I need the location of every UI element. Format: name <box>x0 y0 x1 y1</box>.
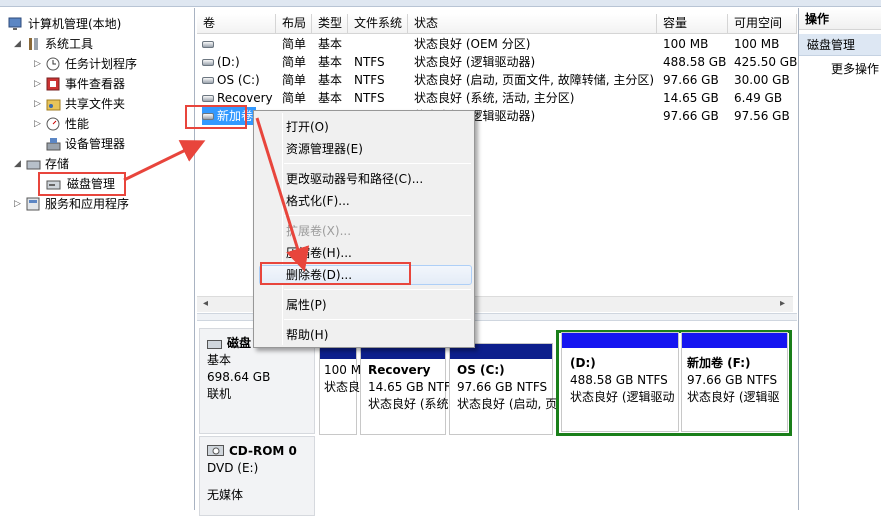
expand-icon[interactable]: ▷ <box>34 74 44 94</box>
partition-os-c[interactable]: OS (C:) 97.66 GB NTFS 状态良好 (启动, 页 <box>449 343 557 435</box>
menu-separator <box>284 319 471 320</box>
device-manager-icon <box>46 137 61 151</box>
clock-icon <box>46 57 61 71</box>
services-icon <box>26 197 41 211</box>
actions-header: 操作 <box>799 8 881 30</box>
shared-folder-icon <box>46 97 61 111</box>
collapse-icon[interactable]: ◢ <box>14 154 24 174</box>
column-header-capacity[interactable]: 容量 <box>657 14 728 34</box>
partition-d[interactable]: (D:) 488.58 GB NTFS 状态良好 (逻辑驱动 <box>561 332 679 432</box>
volume-icon <box>202 95 214 102</box>
window-toolbar <box>0 0 881 7</box>
partition-oem[interactable]: 100 MB 状态良好 <box>319 343 372 435</box>
column-header-volume[interactable]: 卷 <box>197 14 276 34</box>
menu-item-open[interactable]: 打开(O) <box>286 117 329 137</box>
partition-recovery[interactable]: Recovery 14.65 GB NTFS 状态良好 (系统 <box>360 343 458 435</box>
volume-row[interactable]: OS (C:) 简单 基本 NTFS 状态良好 (启动, 页面文件, 故障转储,… <box>197 71 797 89</box>
volume-icon <box>202 77 214 84</box>
performance-icon <box>46 117 61 131</box>
actions-pane: 操作 磁盘管理 更多操作 <box>798 8 881 510</box>
menu-separator <box>284 163 471 164</box>
menu-item-change-drive-letter[interactable]: 更改驱动器号和路径(C)... <box>286 169 423 189</box>
volume-row[interactable]: (D:) 简单 基本 NTFS 状态良好 (逻辑驱动器) 488.58 GB 4… <box>197 53 797 71</box>
menu-item-format[interactable]: 格式化(F)... <box>286 191 350 211</box>
actions-section-disk-management[interactable]: 磁盘管理 <box>799 34 881 56</box>
menu-item-extend-volume: 扩展卷(X)... <box>286 224 352 238</box>
menu-item-properties[interactable]: 属性(P) <box>286 295 327 315</box>
menu-item-shrink-volume[interactable]: 压缩卷(H)... <box>286 243 352 263</box>
expand-icon[interactable]: ▷ <box>14 194 24 214</box>
menu-separator <box>284 215 471 216</box>
scroll-left-icon[interactable]: ◂ <box>203 298 208 309</box>
navigation-tree: 计算机管理(本地) ◢ 系统工具 ▷ 任务计划程序 ▷ 事件查看器 ▷ 共享文件… <box>0 8 195 510</box>
volume-row[interactable]: Recovery 简单 基本 NTFS 状态良好 (系统, 活动, 主分区) 1… <box>197 89 797 107</box>
menu-separator <box>284 289 471 290</box>
storage-icon <box>26 157 41 171</box>
column-header-status[interactable]: 状态 <box>408 14 657 34</box>
menu-item-help[interactable]: 帮助(H) <box>286 325 328 345</box>
column-header-free-space[interactable]: 可用空间 <box>728 14 797 34</box>
cdrom-info[interactable]: CD-ROM 0 DVD (E:) 无媒体 <box>199 436 315 516</box>
event-viewer-icon <box>46 77 61 91</box>
disk-icon <box>207 338 223 355</box>
partition-f[interactable]: 新加卷 (F:) 97.66 GB NTFS 状态良好 (逻辑驱 <box>681 332 788 432</box>
annotation-box-delete <box>260 262 411 285</box>
annotation-box-volume <box>185 105 247 129</box>
column-header-type[interactable]: 类型 <box>312 14 348 34</box>
cdrom-icon <box>207 445 225 462</box>
volume-icon <box>202 59 214 66</box>
volume-row[interactable]: 简单 基本 状态良好 (OEM 分区) 100 MB 100 MB <box>197 35 797 53</box>
expand-icon[interactable]: ▷ <box>34 94 44 114</box>
computer-management-icon <box>8 17 23 31</box>
expand-icon[interactable]: ▷ <box>34 114 44 134</box>
menu-item-explore[interactable]: 资源管理器(E) <box>286 139 363 159</box>
tools-icon <box>26 37 41 51</box>
column-header-filesystem[interactable]: 文件系统 <box>348 14 408 34</box>
disk-management-icon <box>46 177 61 191</box>
expand-icon[interactable]: ▷ <box>34 54 44 74</box>
context-menu: 打开(O) 资源管理器(E) 更改驱动器号和路径(C)... 格式化(F)...… <box>253 110 475 348</box>
collapse-icon[interactable]: ◢ <box>14 34 24 54</box>
more-actions-link[interactable]: 更多操作 <box>799 58 881 80</box>
volume-icon <box>202 41 214 48</box>
scroll-right-icon[interactable]: ▸ <box>780 298 785 309</box>
tree-item-disk-management[interactable]: 磁盘管理 <box>38 172 126 196</box>
column-header-layout[interactable]: 布局 <box>276 14 312 34</box>
